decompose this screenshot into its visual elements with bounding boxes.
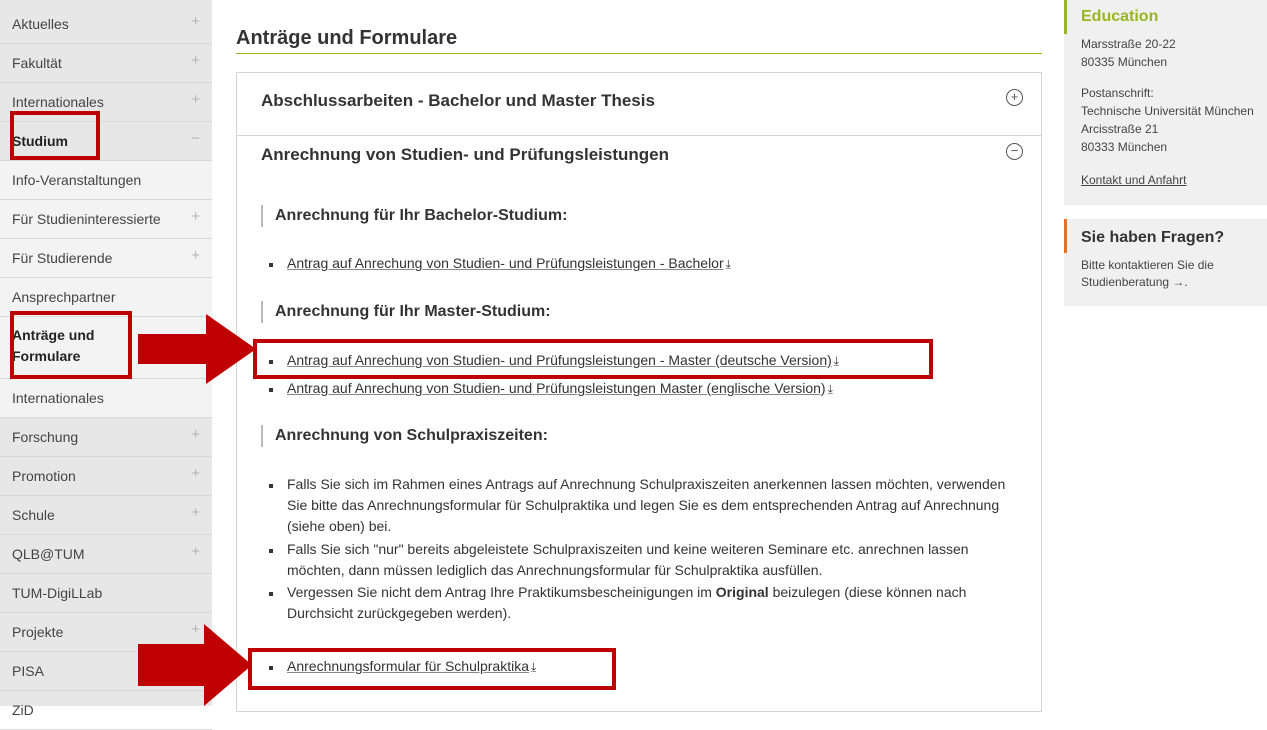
annotation-arrow-icon	[138, 314, 256, 384]
nav-label: Fakultät	[12, 55, 62, 71]
expand-icon[interactable]: +	[191, 504, 200, 521]
nav-label: TUM-DigiLLab	[12, 585, 103, 601]
nav-item-aktuelles[interactable]: Aktuelles +	[0, 5, 212, 44]
card-accent-bar	[1064, 0, 1067, 34]
link-antrag-bachelor[interactable]: Antrag auf Anrechung von Studien- und Pr…	[287, 255, 731, 272]
nav-item-internationales-sub[interactable]: Internationales	[0, 379, 212, 418]
nav-item-promotion[interactable]: Promotion +	[0, 457, 212, 496]
section-heading-master: Anrechnung für Ihr Master-Studium:	[261, 301, 551, 323]
nav-label: Ansprechpartner	[12, 289, 116, 305]
bullet-icon	[269, 478, 281, 490]
highlight-antraege	[10, 311, 132, 379]
expand-icon[interactable]: +	[191, 543, 200, 560]
fragen-card: Sie haben Fragen? Bitte kontaktieren Sie…	[1064, 219, 1267, 306]
highlight-schulpraktika-link	[248, 648, 616, 690]
nav-item-studieninteressierte[interactable]: Für Studieninteressierte +	[0, 200, 212, 239]
nav-label: QLB@TUM	[12, 546, 85, 562]
nav-label: Info-Veranstaltungen	[12, 172, 142, 188]
nav-label: Aktuelles	[12, 16, 69, 32]
expand-icon[interactable]: +	[191, 13, 200, 30]
section-heading-bachelor: Anrechnung für Ihr Bachelor-Studium:	[261, 205, 567, 227]
minus-circle-icon[interactable]: −	[1006, 143, 1023, 160]
nav-label: Schule	[12, 507, 55, 523]
expand-icon[interactable]: +	[191, 247, 200, 264]
nav-item-forschung[interactable]: Forschung +	[0, 418, 212, 457]
right-column: Education Marsstraße 20-22 80335 München…	[1064, 0, 1267, 706]
section-heading-schulpraxis: Anrechnung von Schulpraxiszeiten:	[261, 425, 548, 447]
postanschrift-line: 80333 München	[1081, 140, 1168, 154]
nav-item-qlb[interactable]: QLB@TUM +	[0, 535, 212, 574]
postanschrift-label: Postanschrift:	[1081, 86, 1154, 100]
nav-item-digillab[interactable]: TUM-DigiLLab	[0, 574, 212, 613]
bullet-icon	[269, 543, 281, 555]
expand-icon[interactable]: +	[191, 465, 200, 482]
address-line: Marsstraße 20-22	[1081, 37, 1176, 51]
nav-label: Promotion	[12, 468, 76, 484]
nav-item-info-veranstaltungen[interactable]: Info-Veranstaltungen	[0, 161, 212, 200]
highlight-studium	[10, 111, 100, 160]
nav-label: Internationales	[12, 94, 104, 110]
bullet-icon	[269, 586, 281, 598]
nav-label: PISA	[12, 663, 44, 679]
address-line: 80335 München	[1081, 55, 1168, 69]
link-text: Antrag auf Anrechung von Studien- und Pr…	[287, 380, 826, 396]
card-title-fragen: Sie haben Fragen?	[1081, 229, 1225, 246]
para-bold-text: Original	[715, 584, 769, 600]
paragraph-schulpraxis-3: Vergessen Sie nicht dem Antrag Ihre Prak…	[287, 582, 1027, 624]
nav-label: Für Studierende	[12, 250, 113, 266]
expand-icon[interactable]: +	[191, 426, 200, 443]
nav-label: Für Studieninteressierte	[12, 211, 161, 227]
bullet-icon	[269, 257, 281, 269]
expand-icon[interactable]: +	[191, 91, 200, 108]
accordion: Abschlussarbeiten - Bachelor und Master …	[236, 72, 1042, 712]
nav-item-schule[interactable]: Schule +	[0, 496, 212, 535]
paragraph-schulpraxis-1: Falls Sie sich im Rahmen eines Antrags a…	[287, 476, 1006, 534]
studienberatung-link[interactable]: Studienberatung →.	[1081, 275, 1188, 289]
link-antrag-master-en[interactable]: Antrag auf Anrechung von Studien- und Pr…	[287, 380, 833, 397]
bullet-icon	[269, 382, 281, 394]
download-icon: ⤓	[725, 257, 731, 271]
nav-label: Internationales	[12, 390, 104, 406]
postanschrift-line: Arcisstraße 21	[1081, 122, 1159, 136]
accordion-title: Abschlussarbeiten - Bachelor und Master …	[261, 91, 655, 110]
highlight-master-link	[253, 339, 933, 379]
nav-label: Projekte	[12, 624, 64, 640]
fragen-text: Bitte kontaktieren Sie die	[1081, 258, 1214, 272]
card-accent-bar	[1064, 219, 1067, 253]
card-title-education: Education	[1081, 8, 1159, 25]
annotation-arrow-icon	[138, 624, 252, 706]
accordion-title: Anrechnung von Studien- und Prüfungsleis…	[261, 145, 669, 164]
accordion-divider	[237, 135, 1041, 136]
page-title: Anträge und Formulare	[236, 27, 458, 49]
nav-item-studierende[interactable]: Für Studierende +	[0, 239, 212, 278]
link-text: Antrag auf Anrechung von Studien- und Pr…	[287, 255, 724, 271]
para-text: Vergessen Sie nicht dem Antrag Ihre Prak…	[287, 584, 716, 600]
expand-icon[interactable]: +	[191, 208, 200, 225]
expand-icon[interactable]: +	[191, 52, 200, 69]
education-card: Education Marsstraße 20-22 80335 München…	[1064, 0, 1267, 205]
plus-circle-icon[interactable]: +	[1006, 89, 1023, 106]
paragraph-schulpraxis-2: Falls Sie sich "nur" bereits abgeleistet…	[287, 541, 969, 578]
kontakt-anfahrt-link[interactable]: Kontakt und Anfahrt	[1081, 173, 1186, 187]
collapse-icon[interactable]: −	[191, 130, 200, 147]
nav-item-fakultaet[interactable]: Fakultät +	[0, 44, 212, 83]
download-icon: ⤓	[827, 382, 833, 396]
title-divider	[236, 53, 1042, 54]
nav-label: Forschung	[12, 429, 79, 445]
postanschrift-line: Technische Universität München	[1081, 104, 1254, 118]
nav-label: ZiD	[12, 702, 34, 718]
